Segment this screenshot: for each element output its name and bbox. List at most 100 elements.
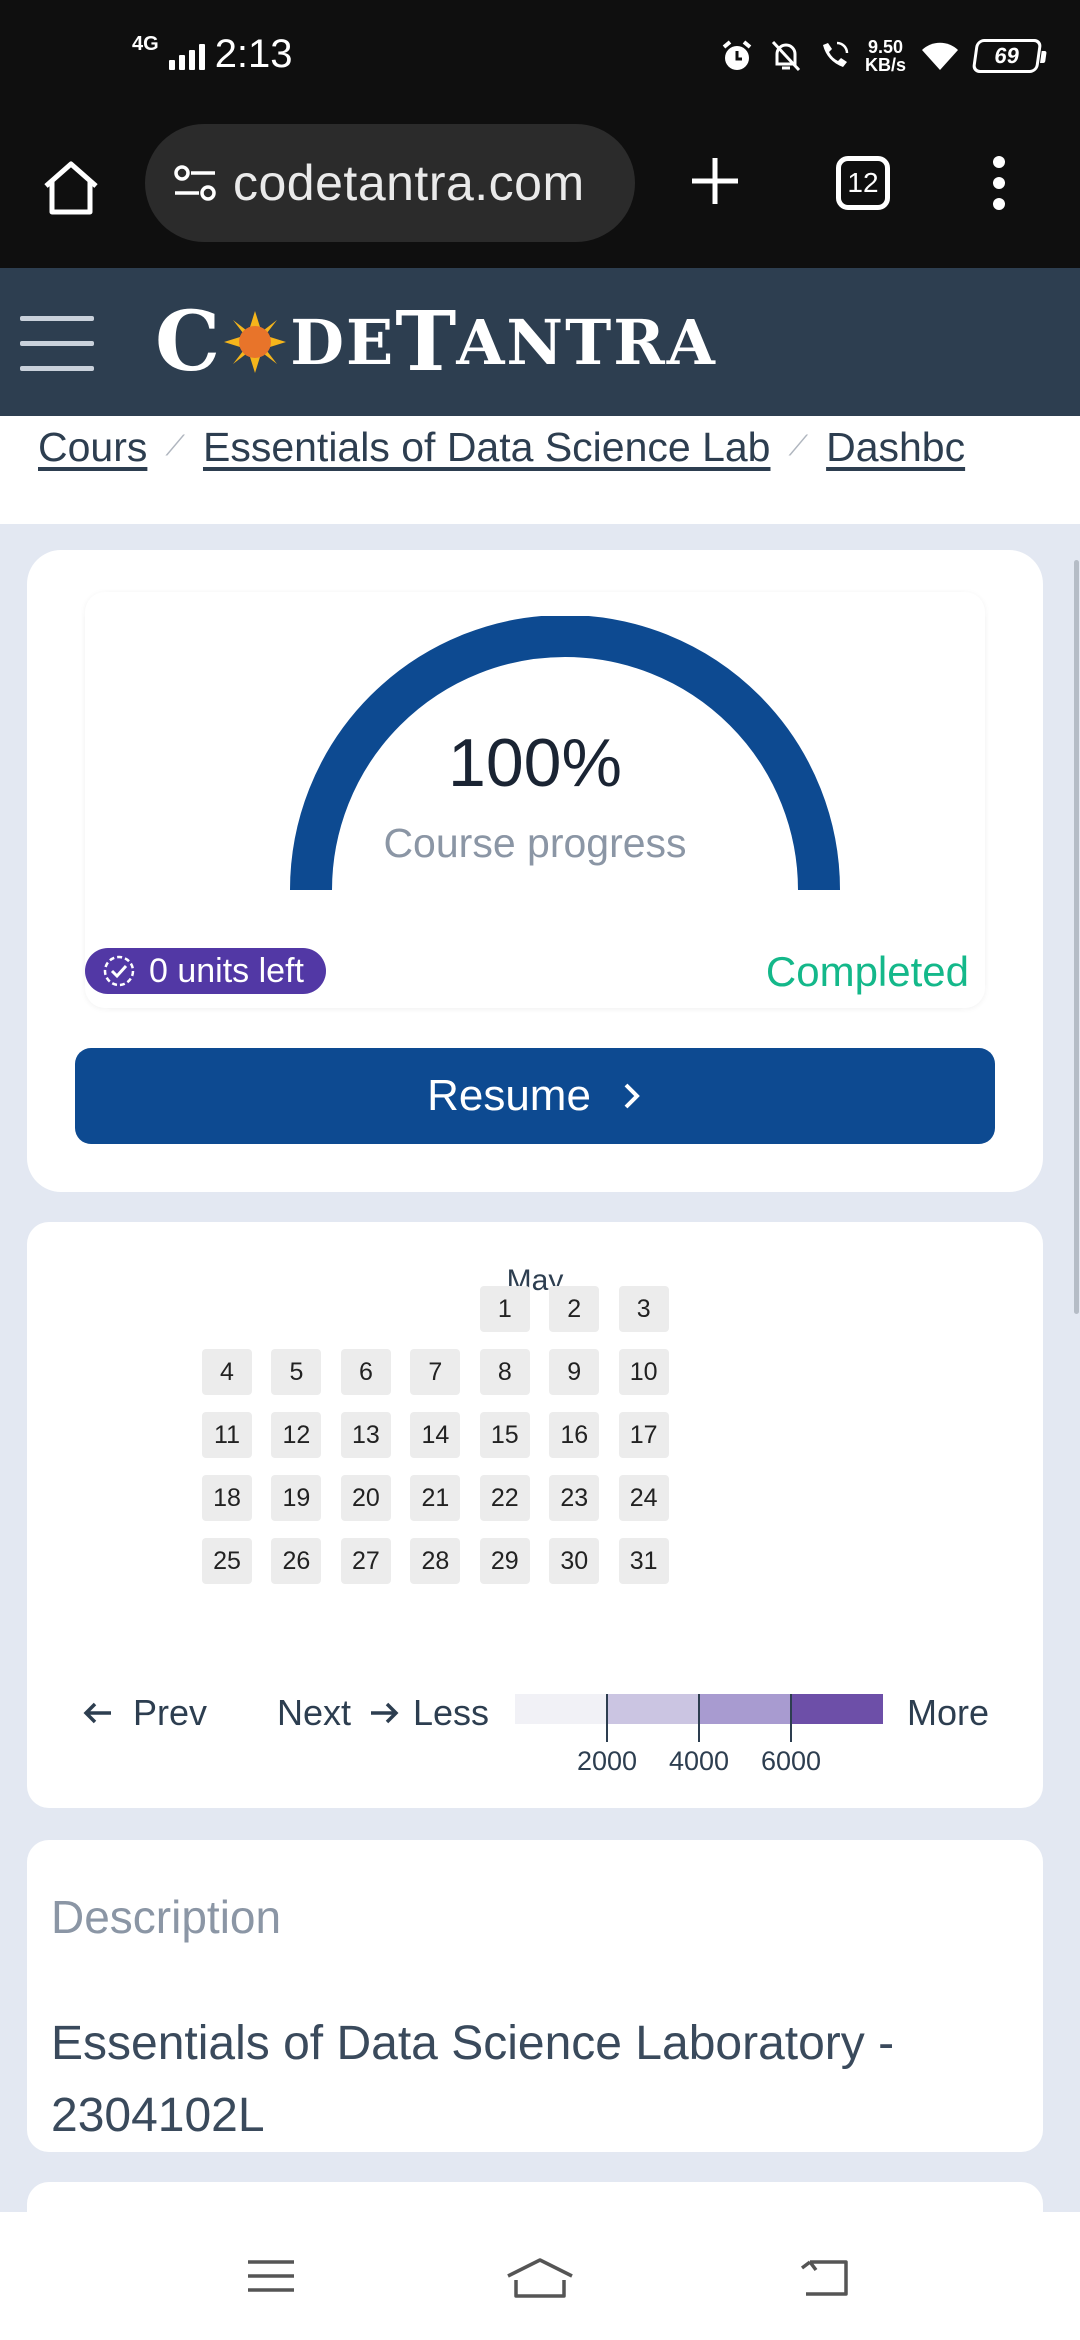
legend-tick: [790, 1694, 792, 1742]
site-header: C DE T ANTRA: [0, 268, 1080, 416]
completion-status: Completed: [765, 948, 969, 995]
wifi-icon: [922, 42, 958, 70]
hamburger-menu-icon[interactable]: [20, 316, 94, 391]
legend-swatch: [607, 1694, 699, 1724]
calendar-day[interactable]: 3: [618, 1286, 669, 1332]
calendar-day[interactable]: 27: [340, 1538, 391, 1584]
calendar-day[interactable]: 23: [549, 1475, 600, 1521]
progress-percent: 100%: [448, 725, 622, 801]
logo-letters-antra: ANTRA: [456, 305, 717, 379]
next-button[interactable]: Next: [277, 1692, 399, 1734]
resume-label: Resume: [427, 1071, 591, 1120]
legend-tick-label: 4000: [668, 1746, 730, 1776]
breadcrumb-courses[interactable]: Cours: [38, 424, 147, 471]
new-tab-icon[interactable]: [684, 150, 746, 212]
next-label: Next: [277, 1692, 352, 1733]
system-navigation-bar: [0, 2212, 1080, 2340]
legend-tick: [606, 1694, 608, 1742]
network-speed: 9.50 KB/s: [865, 38, 906, 74]
calendar-day[interactable]: 19: [271, 1475, 322, 1521]
calendar-day[interactable]: 6: [340, 1349, 391, 1395]
calendar-day[interactable]: 15: [479, 1412, 530, 1458]
calendar-day[interactable]: 2: [549, 1286, 600, 1332]
legend-more-label: More: [907, 1692, 990, 1733]
calendar-day[interactable]: 22: [479, 1475, 530, 1521]
browser-toolbar: codetantra.com 12: [0, 120, 1080, 268]
calendar-day[interactable]: 13: [340, 1412, 391, 1458]
speed-unit: KB/s: [864, 55, 906, 75]
legend-swatch: [791, 1694, 883, 1724]
calendar-day[interactable]: 9: [549, 1349, 600, 1395]
calendar-day[interactable]: 26: [271, 1538, 322, 1584]
course-progress-card: 100% Course progress 0 units left Comple…: [27, 550, 1043, 1192]
breadcrumb-separator: ⟋: [165, 430, 185, 461]
description-text: Essentials of Data Science Laboratory - …: [51, 2017, 895, 2142]
calendar-day[interactable]: 25: [202, 1538, 252, 1584]
legend-tick-label: 2000: [576, 1746, 638, 1776]
calendar-day[interactable]: 11: [202, 1412, 252, 1458]
calendar-day[interactable]: 17: [618, 1412, 669, 1458]
progress-gauge-panel: 100% Course progress 0 units left Comple…: [85, 592, 985, 1008]
units-left-badge: 0 units left: [85, 948, 326, 994]
calendar-day[interactable]: 16: [549, 1412, 600, 1458]
units-left-text: 0 units left: [149, 951, 304, 990]
check-circle-icon: [103, 955, 135, 987]
breadcrumb: Cours ⟋ Essentials of Data Science Lab ⟋…: [0, 416, 1080, 524]
page-scrollbar[interactable]: [1074, 560, 1079, 1314]
breadcrumb-dashboard[interactable]: Dashbc: [826, 424, 965, 471]
calendar-day[interactable]: 8: [479, 1349, 530, 1395]
calendar-day[interactable]: 20: [340, 1475, 391, 1521]
breadcrumb-course[interactable]: Essentials of Data Science Lab: [203, 424, 771, 471]
calendar-day[interactable]: 1: [479, 1286, 530, 1332]
clock-time: 2:13: [214, 32, 293, 76]
activity-legend: 2000 4000 6000: [515, 1694, 883, 1776]
tab-switcher-button[interactable]: 12: [836, 156, 890, 210]
mute-bell-icon: [771, 40, 801, 72]
calendar-day[interactable]: 31: [618, 1538, 669, 1584]
legend-less-label: Less: [413, 1692, 490, 1733]
calendar-day[interactable]: 18: [202, 1475, 252, 1521]
status-bar: 4G 2:13 9.50 KB/s 69: [0, 0, 1080, 120]
logo-letter-t: T: [395, 294, 457, 390]
calendar-day[interactable]: 14: [410, 1412, 461, 1458]
legend-tick-label: 6000: [760, 1746, 822, 1776]
calendar-month: May: [506, 1264, 564, 1297]
calendar-day[interactable]: 10: [618, 1349, 669, 1395]
back-icon[interactable]: [796, 2256, 852, 2298]
url-bar[interactable]: codetantra.com: [145, 124, 635, 242]
alarm-icon: [722, 40, 752, 70]
signal-icon: [168, 40, 205, 70]
recent-apps-icon[interactable]: [244, 2256, 298, 2296]
arrow-right-icon: [371, 1702, 399, 1724]
network-type: 4G: [132, 33, 159, 55]
calendar-day[interactable]: 4: [202, 1349, 252, 1395]
sun-icon: [224, 311, 287, 373]
calendar-day[interactable]: 30: [549, 1538, 600, 1584]
url-text: codetantra.com: [233, 155, 585, 211]
calendar-day[interactable]: 24: [618, 1475, 669, 1521]
calendar-day[interactable]: 7: [410, 1349, 461, 1395]
calendar-day[interactable]: 5: [271, 1349, 322, 1395]
home-icon[interactable]: [40, 158, 102, 218]
calendar-day[interactable]: 21: [410, 1475, 461, 1521]
arrow-left-icon: [83, 1702, 111, 1724]
legend-tick: [698, 1694, 700, 1742]
activity-calendar-card: May 1 2 3 4 5 6 7 8 9 10 11 12 13 14 15 16 17 18 19 20 21 22 2…: [27, 1222, 1043, 1808]
logo-letter-c: C: [155, 294, 221, 390]
chevron-right-icon: [624, 1083, 640, 1109]
prev-button[interactable]: Prev: [83, 1692, 207, 1734]
calendar-day[interactable]: 29: [479, 1538, 530, 1584]
site-settings-icon[interactable]: [169, 157, 221, 209]
legend-swatch: [515, 1694, 607, 1724]
calendar-day[interactable]: 28: [410, 1538, 461, 1584]
speed-value: 9.50: [867, 37, 904, 57]
wifi-call-icon: [822, 41, 849, 67]
more-options-icon[interactable]: [990, 156, 1008, 219]
home-nav-icon[interactable]: [504, 2256, 576, 2300]
calendar-day[interactable]: 12: [271, 1412, 322, 1458]
prev-label: Prev: [133, 1692, 208, 1733]
logo-letters-de: DE: [290, 305, 396, 379]
battery-icon: 69: [971, 39, 1043, 73]
resume-button[interactable]: Resume: [75, 1048, 995, 1144]
codetantra-logo[interactable]: C DE T ANTRA: [155, 292, 717, 392]
